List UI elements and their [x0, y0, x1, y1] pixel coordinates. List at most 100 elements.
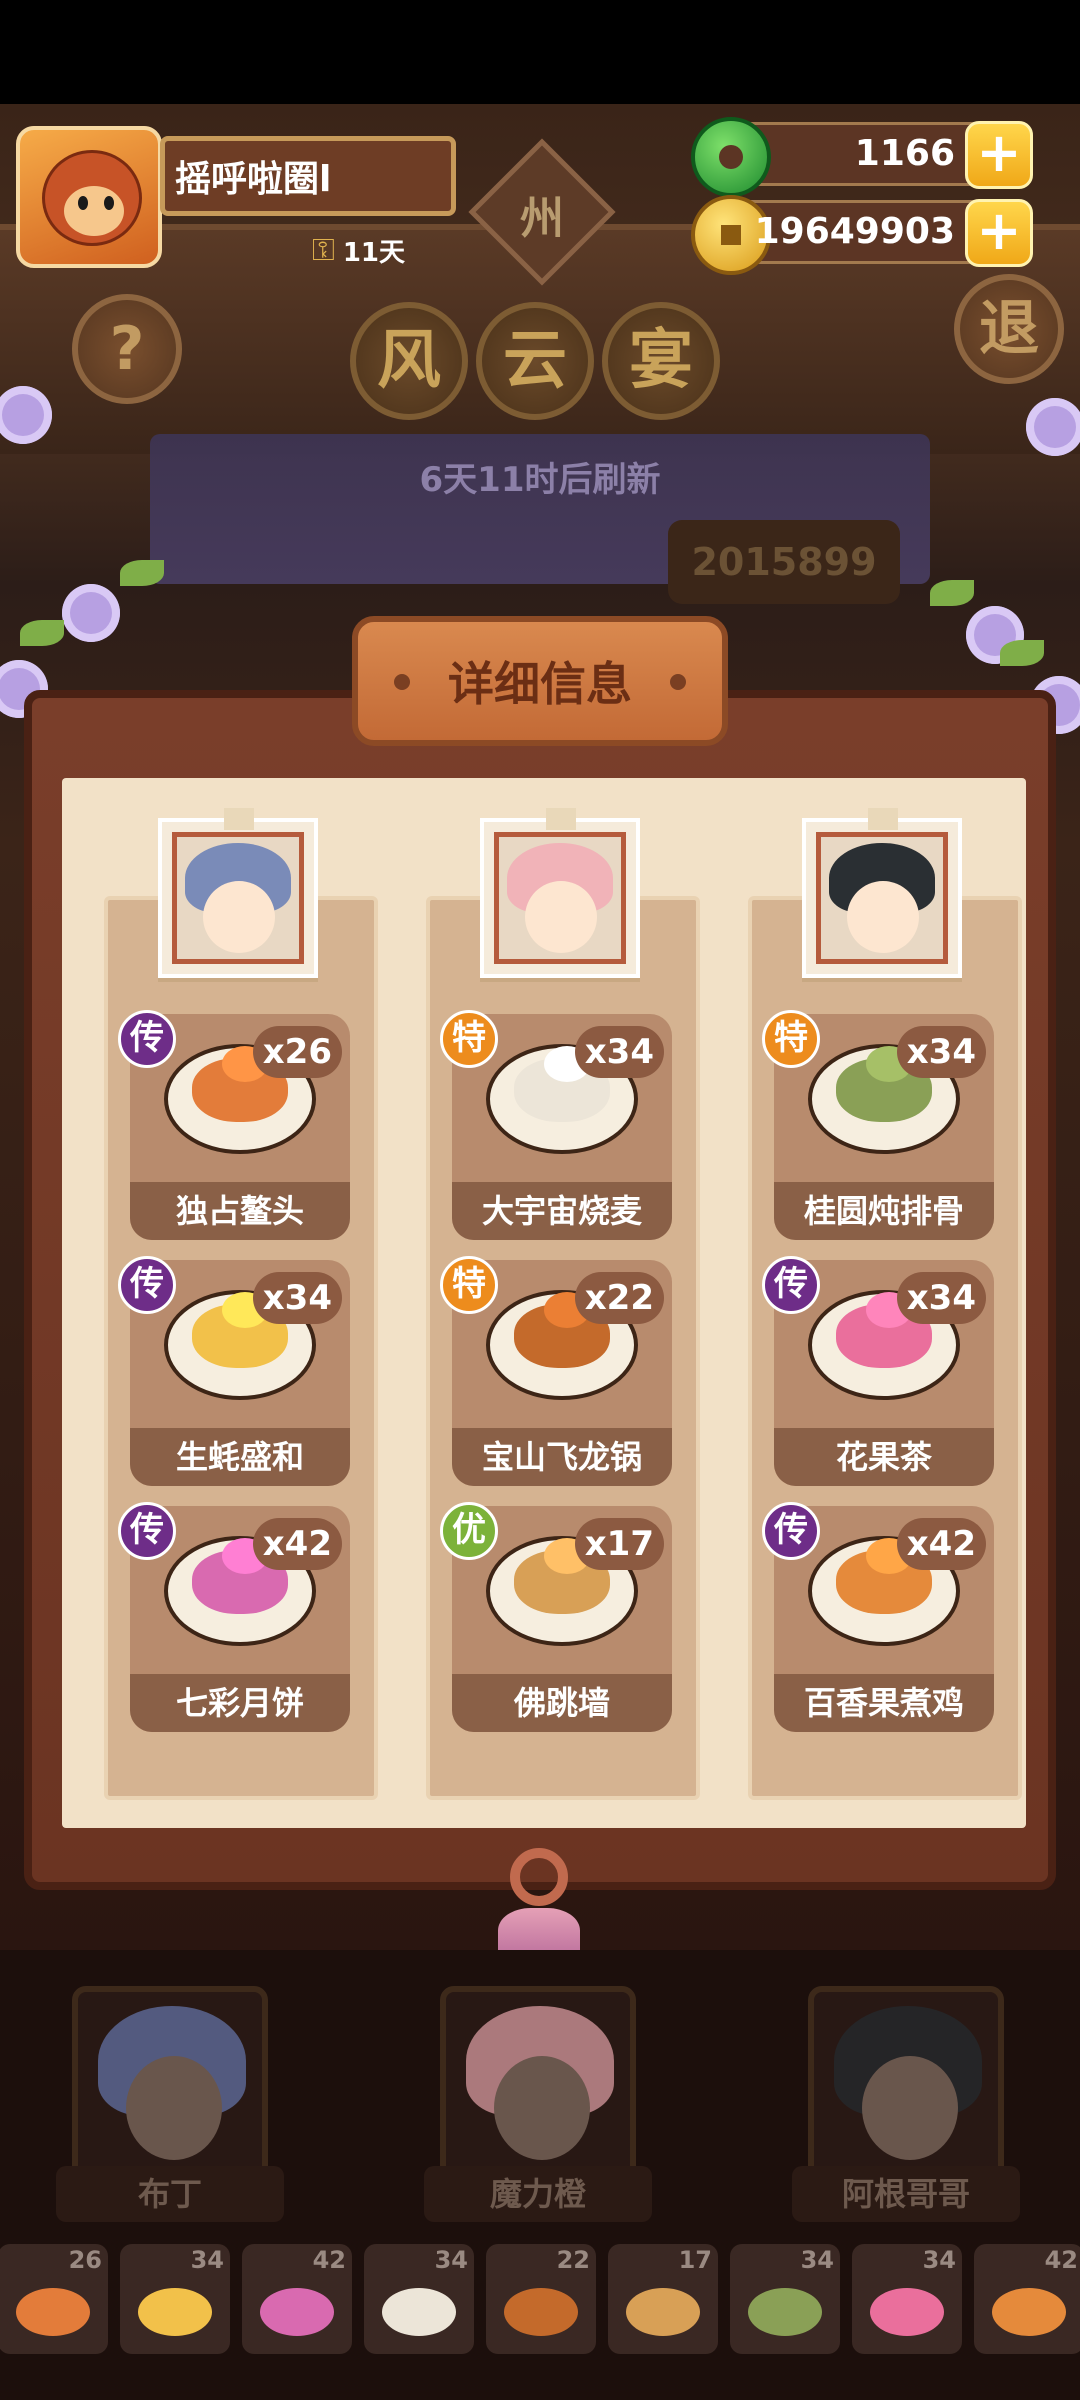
dish-slot-icon [382, 2288, 456, 2336]
team-member-card[interactable] [440, 1986, 636, 2182]
dish-count: x34 [574, 1026, 664, 1078]
hero-portrait [172, 832, 304, 964]
dish-slot-count: 22 [556, 2246, 590, 2274]
hero-portrait [494, 832, 626, 964]
tape-pin [868, 808, 898, 830]
avatar-face [64, 186, 124, 236]
dish-slot-count: 34 [434, 2246, 468, 2274]
dish-count: x34 [896, 1026, 986, 1078]
dish-slot-icon [870, 2288, 944, 2336]
dish-slot[interactable]: 34 [364, 2244, 474, 2354]
days-indicator: ⚿ 11天 [312, 232, 405, 269]
dish-slot-count: 42 [312, 2246, 346, 2274]
dish-grade-badge: 特 [440, 1010, 498, 1068]
dish-slot-icon [504, 2288, 578, 2336]
hero-face [203, 881, 275, 953]
dish-grade-badge: 特 [762, 1010, 820, 1068]
help-button[interactable]: ? [72, 294, 182, 404]
dish-slot[interactable]: 26 [0, 2244, 108, 2354]
dish-slot-count: 34 [190, 2246, 224, 2274]
add-gold-button[interactable]: + [965, 199, 1033, 267]
jade-currency: 1166 + [691, 117, 1033, 197]
avatar-eye [78, 196, 88, 210]
dish-grade-badge: 特 [440, 1256, 498, 1314]
avatar-eye [104, 196, 114, 210]
exit-label: 退 [979, 294, 1039, 364]
dish-slot[interactable]: 34 [120, 2244, 230, 2354]
team-member-face [126, 2056, 222, 2160]
dish-name: 独占鳌头 [130, 1182, 350, 1240]
hero-face [847, 881, 919, 953]
dish-count: x22 [574, 1272, 664, 1324]
flower-decoration [62, 584, 120, 642]
dish-slot[interactable]: 34 [730, 2244, 840, 2354]
dish-name: 百香果煮鸡 [774, 1674, 994, 1732]
dish-name: 花果茶 [774, 1428, 994, 1486]
tape-pin [224, 808, 254, 830]
status-bar [0, 0, 1080, 104]
team-member-name: 布丁 [56, 2166, 284, 2222]
dish-name: 大宇宙烧麦 [452, 1182, 672, 1240]
team-member-face [862, 2056, 958, 2160]
jade-icon [691, 117, 771, 197]
dish-name: 宝山飞龙锅 [452, 1428, 672, 1486]
gold-currency: 19649903 + [691, 195, 1033, 275]
dish-slot-icon [16, 2288, 90, 2336]
gold-value: 19649903 [754, 211, 955, 252]
player-name: 摇呼啦圈l [175, 159, 332, 200]
team-member-card[interactable] [808, 1986, 1004, 2182]
dish-slot-count: 42 [1044, 2246, 1078, 2274]
dish-slot-icon [138, 2288, 212, 2336]
leaf-decoration [1000, 640, 1044, 666]
leaf-decoration [120, 560, 164, 586]
hero-portrait-card[interactable] [158, 808, 318, 978]
refresh-countdown: 6天11时后刷新 [419, 460, 661, 500]
hero-portrait-card[interactable] [802, 808, 962, 978]
dish-slot-count: 34 [922, 2246, 956, 2274]
team-member-face [494, 2056, 590, 2160]
hero-face [525, 881, 597, 953]
tape-pin [546, 808, 576, 830]
help-icon: ? [109, 314, 145, 384]
dish-count: x42 [896, 1518, 986, 1570]
dish-grade-badge: 传 [762, 1502, 820, 1560]
dish-count: x34 [896, 1272, 986, 1324]
dish-slot-count: 34 [800, 2246, 834, 2274]
dish-name: 七彩月饼 [130, 1674, 350, 1732]
dish-slot[interactable]: 42 [974, 2244, 1080, 2354]
player-avatar[interactable] [16, 126, 162, 268]
exit-button[interactable]: 退 [954, 274, 1064, 384]
team-member-name: 阿根哥哥 [792, 2166, 1020, 2222]
dish-slot-count: 26 [68, 2246, 102, 2274]
dish-slot-icon [260, 2288, 334, 2336]
dish-count: x42 [252, 1518, 342, 1570]
dish-count: x26 [252, 1026, 342, 1078]
dish-slot[interactable]: 42 [242, 2244, 352, 2354]
days-text: 11天 [342, 238, 406, 268]
dish-slot-icon [626, 2288, 700, 2336]
dish-grade-badge: 传 [762, 1256, 820, 1314]
knot-ring [510, 1848, 568, 1906]
event-title-char-2: 云 [476, 302, 594, 420]
detail-panel-title: 详细信息 [448, 657, 632, 711]
region-sign-text: 州 [520, 193, 564, 244]
team-member-card[interactable] [72, 1986, 268, 2182]
dish-slot[interactable]: 17 [608, 2244, 718, 2354]
leaf-decoration [20, 620, 64, 646]
dish-slot[interactable]: 34 [852, 2244, 962, 2354]
dish-name: 桂圆炖排骨 [774, 1182, 994, 1240]
hero-portrait-card[interactable] [480, 808, 640, 978]
hero-portrait [816, 832, 948, 964]
score-display: 2015899 [668, 520, 900, 604]
dish-name: 生蚝盛和 [130, 1428, 350, 1486]
dish-name: 佛跳墙 [452, 1674, 672, 1732]
team-member-name: 魔力橙 [424, 2166, 652, 2222]
add-jade-button[interactable]: + [965, 121, 1033, 189]
dish-slot[interactable]: 22 [486, 2244, 596, 2354]
dish-grade-badge: 优 [440, 1502, 498, 1560]
dish-slot-count: 17 [678, 2246, 712, 2274]
dish-grade-badge: 传 [118, 1010, 176, 1068]
player-name-box[interactable]: 摇呼啦圈l [160, 136, 456, 216]
dish-slot-icon [748, 2288, 822, 2336]
leaf-decoration [930, 580, 974, 606]
